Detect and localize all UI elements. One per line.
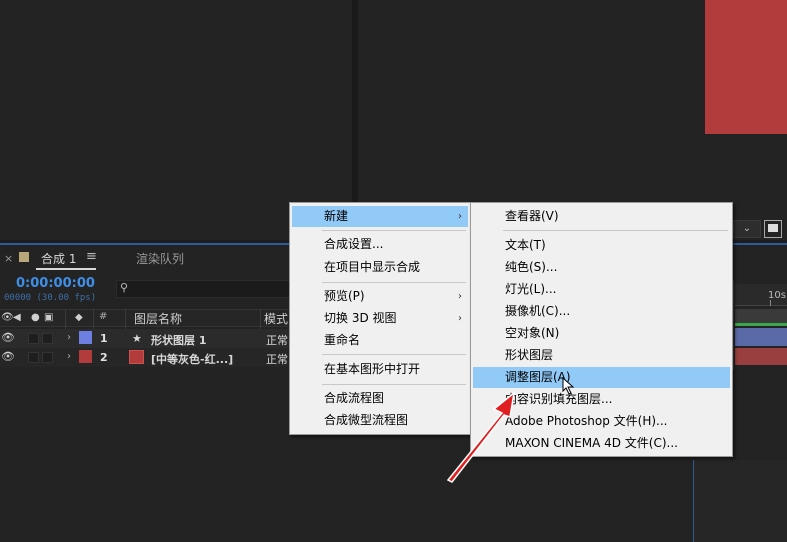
submenu-item-viewer[interactable]: 查看器(V) <box>473 206 730 227</box>
chevron-down-icon: ⌄ <box>742 223 752 234</box>
search-icon: ⚲ <box>120 281 129 294</box>
menu-item-switch-3d-view[interactable]: 切换 3D 视图 › <box>292 308 468 329</box>
menu-item-label: 纯色(S)... <box>505 260 558 274</box>
column-number: # <box>99 311 108 322</box>
viewer-toggle-button[interactable] <box>764 220 782 238</box>
timeline-graph-area <box>693 460 787 542</box>
submenu-item-camera[interactable]: 摄像机(C)... <box>473 301 730 322</box>
layer-number: 2 <box>100 351 108 364</box>
menu-separator <box>322 354 466 355</box>
layer-number: 1 <box>100 332 108 345</box>
work-area-bar[interactable] <box>735 309 787 323</box>
current-time-display[interactable]: 0:00:00:00 <box>16 276 95 291</box>
render-cache-bar <box>735 323 787 326</box>
column-mode[interactable]: 模式 <box>264 310 288 327</box>
viewer-view-dropdown[interactable]: ⌄ <box>733 220 761 238</box>
solo-switch[interactable] <box>28 352 39 363</box>
layer-label-color[interactable] <box>79 350 92 363</box>
menu-item-label: 摄像机(C)... <box>505 304 571 318</box>
menu-item-new[interactable]: 新建 › <box>292 206 468 227</box>
layer-name[interactable]: 形状图层 1 <box>151 332 206 348</box>
tab-comp[interactable]: 合成 1 <box>41 250 76 267</box>
menu-item-label: 在项目中显示合成 <box>324 260 421 274</box>
audio-icon[interactable]: ◀ <box>13 312 21 323</box>
chevron-right-icon: › <box>458 211 462 222</box>
layer-mode[interactable]: 正常 <box>266 332 288 348</box>
layer-mode[interactable]: 正常 <box>266 351 288 367</box>
timeline-divider <box>733 280 734 370</box>
after-effects-window: ⌄ × 合成 1 ≡ 渲染队列 0:00:00:00 00000 (30.00 … <box>0 0 787 542</box>
menu-item-label: 空对象(N) <box>505 326 560 340</box>
mouse-cursor-icon <box>562 377 575 395</box>
annotation-arrow-icon <box>446 391 516 483</box>
menu-item-label: 在基本图形中打开 <box>324 362 421 376</box>
chevron-right-icon[interactable]: › <box>67 332 71 343</box>
panel-menu-icon[interactable]: ≡ <box>86 249 97 264</box>
menu-item-comp-settings[interactable]: 合成设置... <box>292 234 468 255</box>
ruler-tick <box>770 300 771 306</box>
layer-duration-bar[interactable] <box>735 328 787 346</box>
lock-switch[interactable] <box>42 352 53 363</box>
eye-icon[interactable]: 👁 <box>1 312 14 323</box>
layer-search-input[interactable] <box>116 280 296 298</box>
menu-item-label: 查看器(V) <box>505 209 559 223</box>
menu-item-reveal-in-project[interactable]: 在项目中显示合成 <box>292 257 468 278</box>
menu-item-label: 合成流程图 <box>324 391 385 405</box>
star-icon: ★ <box>132 332 142 345</box>
solid-icon <box>129 350 144 364</box>
menu-item-label: 形状图层 <box>505 348 554 362</box>
menu-item-open-in-essential-graphics[interactable]: 在基本图形中打开 <box>292 359 468 380</box>
lock-switch[interactable] <box>42 333 53 344</box>
submenu-item-light[interactable]: 灯光(L)... <box>473 279 730 300</box>
chevron-right-icon[interactable]: › <box>67 351 71 362</box>
solo-icon[interactable]: ● <box>31 312 40 323</box>
submenu-item-shape-layer[interactable]: 形状图层 <box>473 345 730 366</box>
menu-separator <box>322 230 466 231</box>
menu-item-rename[interactable]: 重命名 <box>292 330 468 351</box>
menu-item-label: 切换 3D 视图 <box>324 311 397 325</box>
chevron-right-icon: › <box>458 313 462 324</box>
lock-icon[interactable]: ▣ <box>44 312 53 323</box>
menu-item-label: 调整图层(A) <box>505 370 571 384</box>
menu-item-label: 新建 <box>324 209 349 223</box>
menu-item-label: 预览(P) <box>324 289 365 303</box>
solo-switch[interactable] <box>28 333 39 344</box>
menu-item-label: 文本(T) <box>505 238 546 252</box>
menu-item-label: 合成微型流程图 <box>324 413 409 427</box>
layer-duration-bar[interactable] <box>735 348 787 365</box>
submenu-item-solid[interactable]: 纯色(S)... <box>473 257 730 278</box>
column-layer-name[interactable]: 图层名称 <box>134 310 182 327</box>
eye-icon[interactable]: 👁 <box>1 331 15 344</box>
menu-item-label: 灯光(L)... <box>505 282 557 296</box>
submenu-item-null-object[interactable]: 空对象(N) <box>473 323 730 344</box>
label-tag-icon[interactable]: ◆ <box>75 312 83 323</box>
layer-name[interactable]: [中等灰色-红...] <box>151 351 233 367</box>
menu-item-label: 重命名 <box>324 333 361 347</box>
tab-active-indicator <box>36 268 96 270</box>
layer-label-color[interactable] <box>79 331 92 344</box>
menu-item-preview[interactable]: 预览(P) › <box>292 286 468 307</box>
frame-count-display: 00000 (30.00 fps) <box>4 293 97 303</box>
chevron-right-icon: › <box>458 291 462 302</box>
tab-render-queue[interactable]: 渲染队列 <box>136 250 184 267</box>
eye-icon[interactable]: 👁 <box>1 350 15 363</box>
menu-separator <box>503 230 728 231</box>
comp-preview-solid <box>705 0 787 134</box>
menu-separator <box>322 282 466 283</box>
close-icon[interactable]: × <box>4 252 13 265</box>
comp-color-swatch <box>19 252 29 262</box>
menu-item-label: 合成设置... <box>324 237 384 251</box>
submenu-item-text[interactable]: 文本(T) <box>473 235 730 256</box>
